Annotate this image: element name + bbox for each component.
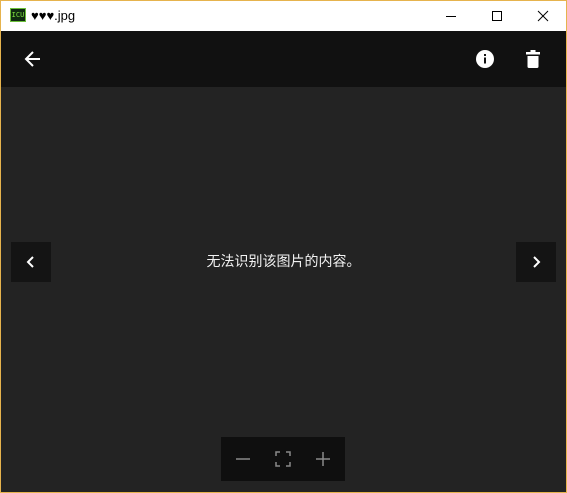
close-icon: [537, 10, 549, 22]
app-icon: ICU: [10, 8, 26, 22]
maximize-icon: [492, 11, 502, 21]
arrow-left-icon: [24, 51, 40, 67]
info-icon: [476, 50, 494, 68]
photo-viewer-window: ICU ♥♥♥.jpg 无法识别该图片的内容。: [0, 0, 567, 493]
minimize-icon: [446, 16, 456, 17]
title-bar[interactable]: ICU ♥♥♥.jpg: [1, 1, 566, 31]
back-button[interactable]: [13, 39, 53, 79]
plus-icon: [316, 452, 330, 466]
error-message: 无法识别该图片的内容。: [206, 253, 361, 269]
trash-icon: [526, 50, 540, 68]
zoom-in-button[interactable]: [303, 439, 343, 479]
app-header: [1, 31, 566, 87]
minimize-button[interactable]: [428, 1, 474, 31]
minus-icon: [236, 458, 250, 460]
previous-image-button[interactable]: [11, 242, 51, 282]
window-title: ♥♥♥.jpg: [31, 8, 76, 23]
close-button[interactable]: [520, 1, 566, 31]
chevron-right-icon: [533, 256, 541, 268]
image-viewer-area: 无法识别该图片的内容。: [1, 87, 566, 492]
fit-to-window-button[interactable]: [263, 439, 303, 479]
delete-button[interactable]: [513, 39, 553, 79]
zoom-toolbar: [221, 437, 345, 481]
maximize-button[interactable]: [474, 1, 520, 31]
info-button[interactable]: [465, 39, 505, 79]
chevron-left-icon: [26, 256, 34, 268]
zoom-out-button[interactable]: [223, 439, 263, 479]
next-image-button[interactable]: [516, 242, 556, 282]
fit-screen-icon: [275, 451, 291, 467]
